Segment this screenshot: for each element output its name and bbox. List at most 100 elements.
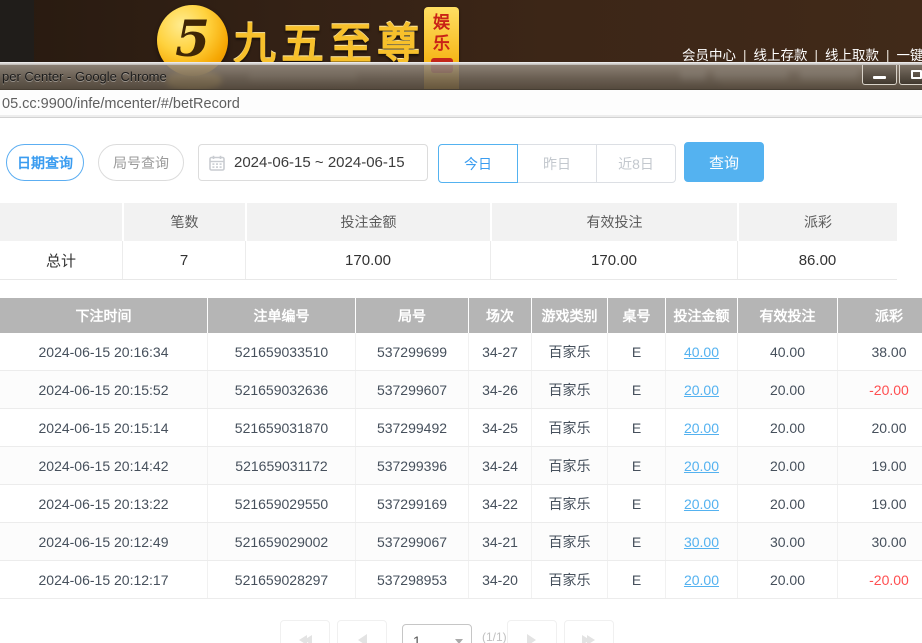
chevron-down-icon	[455, 639, 463, 643]
page-select[interactable]: 1	[402, 624, 472, 643]
nav-separator: |	[736, 48, 754, 63]
search-button[interactable]: 查询	[684, 142, 764, 182]
cell-session: 34-25	[468, 409, 531, 446]
minimize-icon	[873, 76, 886, 79]
cell-bet-time: 2024-06-15 20:15:52	[0, 371, 207, 408]
summary-header-blank	[0, 203, 122, 241]
summary-valid-bet-value: 170.00	[490, 241, 737, 279]
maximize-icon	[911, 70, 922, 79]
cell-bet-id: 521659032636	[207, 371, 355, 408]
tab-date-query[interactable]: 日期查询	[6, 144, 84, 181]
cell-round-id: 537299607	[355, 371, 468, 408]
header-session: 场次	[468, 298, 531, 333]
cell-table-no: E	[607, 333, 665, 370]
cell-valid-bet: 20.00	[737, 371, 837, 408]
badge-char-bottom: 乐	[433, 33, 450, 54]
table-body: 2024-06-15 20:16:34 521659033510 5372996…	[0, 333, 922, 599]
bet-amount-link[interactable]: 20.00	[684, 572, 719, 588]
bet-amount-link[interactable]: 20.00	[684, 458, 719, 474]
cell-bet-id: 521659029550	[207, 485, 355, 522]
bet-amount-link[interactable]: 30.00	[684, 534, 719, 550]
cell-bet-amount: 20.00	[665, 485, 737, 522]
bet-amount-link[interactable]: 20.00	[684, 420, 719, 436]
cell-session: 34-20	[468, 561, 531, 598]
cell-bet-amount: 30.00	[665, 523, 737, 560]
cell-game-type: 百家乐	[531, 447, 607, 484]
bet-amount-link[interactable]: 40.00	[684, 344, 719, 360]
bet-record-page: 日期查询 局号查询 2024-06-15 ~ 2024-06-15 今日	[0, 118, 922, 643]
cell-bet-time: 2024-06-15 20:14:42	[0, 447, 207, 484]
cell-bet-id: 521659031870	[207, 409, 355, 446]
cell-round-id: 537299169	[355, 485, 468, 522]
cell-session: 34-22	[468, 485, 531, 522]
table-row: 2024-06-15 20:15:52 521659032636 5372996…	[0, 371, 922, 409]
summary-header-valid-bet: 有效投注	[490, 203, 737, 241]
header-round-id: 局号	[355, 298, 468, 333]
tab-round-query[interactable]: 局号查询	[98, 144, 184, 181]
header-bet-time: 下注时间	[0, 298, 207, 333]
summary-payout-value: 86.00	[737, 241, 897, 279]
cell-payout: 30.00	[837, 523, 922, 560]
cell-table-no: E	[607, 409, 665, 446]
double-right-arrow-icon	[587, 635, 595, 643]
quick-date-buttons: 今日 昨日 近8日	[438, 144, 676, 183]
cell-bet-amount: 20.00	[665, 371, 737, 408]
prev-page-button[interactable]	[337, 620, 387, 643]
maximize-button[interactable]	[899, 65, 922, 85]
pagination: 1 (1/1)	[280, 620, 614, 643]
cell-game-type: 百家乐	[531, 523, 607, 560]
nav-online-deposit[interactable]: 线上存款	[754, 48, 808, 63]
cell-valid-bet: 20.00	[737, 447, 837, 484]
window-title-bar[interactable]: per Center - Google Chrome	[0, 65, 922, 90]
summary-header-count: 笔数	[122, 203, 245, 241]
summary-header-payout: 派彩	[737, 203, 897, 241]
last-page-button[interactable]	[564, 620, 614, 643]
bet-amount-link[interactable]: 20.00	[684, 382, 719, 398]
bet-amount-link[interactable]: 20.00	[684, 496, 719, 512]
cell-game-type: 百家乐	[531, 485, 607, 522]
cell-game-type: 百家乐	[531, 371, 607, 408]
cell-round-id: 537299699	[355, 333, 468, 370]
cell-payout: -20.00	[837, 371, 922, 408]
cell-bet-time: 2024-06-15 20:12:49	[0, 523, 207, 560]
cell-payout: 38.00	[837, 333, 922, 370]
cell-table-no: E	[607, 371, 665, 408]
address-bar[interactable]: 05.cc:9900/infe/mcenter/#/betRecord	[0, 90, 922, 118]
nav-separator: |	[808, 48, 826, 63]
table-row: 2024-06-15 20:14:42 521659031172 5372993…	[0, 447, 922, 485]
summary-count-value: 7	[122, 241, 245, 279]
button-today[interactable]: 今日	[438, 144, 518, 183]
cell-valid-bet: 20.00	[737, 485, 837, 522]
button-last-8-days[interactable]: 近8日	[596, 144, 676, 183]
cell-bet-id: 521659031172	[207, 447, 355, 484]
page-select-value: 1	[413, 633, 421, 643]
cell-session: 34-21	[468, 523, 531, 560]
table-row: 2024-06-15 20:16:34 521659033510 5372996…	[0, 333, 922, 371]
cell-bet-time: 2024-06-15 20:15:14	[0, 409, 207, 446]
cell-bet-amount: 20.00	[665, 561, 737, 598]
date-range-value: 2024-06-15 ~ 2024-06-15	[234, 154, 405, 171]
cell-payout: 20.00	[837, 409, 922, 446]
cell-bet-id: 521659033510	[207, 333, 355, 370]
header-table-no: 桌号	[607, 298, 665, 333]
cell-bet-amount: 20.00	[665, 447, 737, 484]
date-range-input[interactable]: 2024-06-15 ~ 2024-06-15	[198, 144, 428, 181]
minimize-button[interactable]	[862, 65, 897, 85]
button-yesterday[interactable]: 昨日	[517, 144, 597, 183]
nav-one-key-return[interactable]: 一键归还	[897, 48, 922, 63]
next-page-button[interactable]	[507, 620, 557, 643]
nav-online-withdraw[interactable]: 线上取款	[825, 48, 879, 63]
banner-nav: 会员中心|线上存款|线上取款|一键归还	[682, 44, 922, 64]
cell-valid-bet: 20.00	[737, 409, 837, 446]
left-arrow-icon	[358, 634, 367, 643]
summary-header-row: 笔数 投注金额 有效投注 派彩	[0, 203, 897, 241]
header-bet-amount: 投注金额	[665, 298, 737, 333]
nav-member-center[interactable]: 会员中心	[682, 48, 736, 63]
cell-game-type: 百家乐	[531, 333, 607, 370]
bet-record-table: 下注时间 注单编号 局号 场次 游戏类别 桌号 投注金额 有效投注 派彩 202…	[0, 298, 922, 599]
cell-round-id: 537299396	[355, 447, 468, 484]
window-title: per Center - Google Chrome	[2, 69, 167, 84]
first-page-button[interactable]	[280, 620, 330, 643]
double-left-arrow-icon	[304, 635, 312, 643]
header-bet-id: 注单编号	[207, 298, 355, 333]
